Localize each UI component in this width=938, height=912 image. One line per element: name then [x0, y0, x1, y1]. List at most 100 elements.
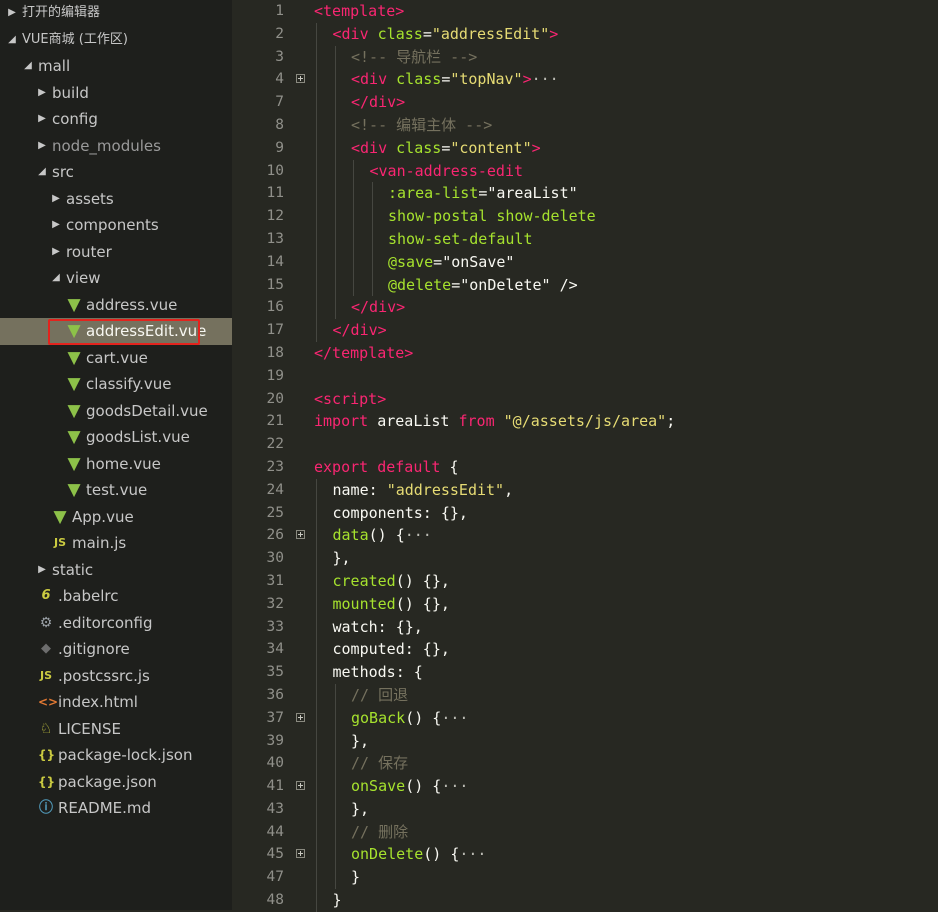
fold-expand-icon[interactable] [296, 712, 305, 722]
indent-guide [316, 478, 317, 502]
code-line[interactable]: 14 @save="onSave" [232, 250, 938, 274]
code-line[interactable]: 48} [232, 889, 938, 912]
tree-item[interactable]: ♘ LICENSE [0, 716, 232, 743]
line-number: 36 [266, 686, 284, 703]
code-line[interactable]: 18 </template> [232, 342, 938, 365]
js-icon: JS [53, 536, 66, 549]
open-editors-section[interactable]: ▶ 打开的编辑器 [0, 0, 232, 27]
code-line[interactable]: 21 import areaList from "@/assets/js/area… [232, 410, 938, 433]
code-line[interactable]: 4 <div class="topNav">··· [232, 68, 938, 92]
code-line[interactable]: 43}, [232, 797, 938, 821]
code-line[interactable]: 2 <div class="addressEdit"> [232, 22, 938, 46]
indent-guide [371, 250, 373, 274]
line-number: 22 [266, 436, 284, 453]
tree-item[interactable]: ▶ static [0, 557, 232, 584]
tree-item[interactable]: ▶ node_modules [0, 133, 232, 160]
indent-guide [334, 68, 336, 92]
code-editor[interactable]: 1 <template> 2 <div class="addressEdit"> 3 <!… [232, 0, 938, 912]
code-line[interactable]: 10 <van-address-edit [232, 159, 938, 183]
code-line[interactable]: 13 show-set-default [232, 227, 938, 251]
code-line[interactable]: 39}, [232, 729, 938, 753]
tree-item[interactable]: <> index.html [0, 689, 232, 716]
code-line[interactable]: 47} [232, 866, 938, 890]
fold-expand-icon[interactable] [296, 530, 305, 540]
code-line[interactable]: 3 <!-- 导航栏 --> [232, 45, 938, 69]
code-line[interactable]: 31 created() {}, [232, 569, 938, 593]
file-tree: ◢ mall ▶ build ▶ config ▶ node_modules ◢ src ▶ asse… [0, 53, 232, 822]
tree-item[interactable]: ◢ view [0, 265, 232, 292]
code-line[interactable]: 11:area-list="areaList" [232, 182, 938, 206]
chevron-right-icon: ▶ [38, 86, 46, 98]
tree-item[interactable]: ▶ build [0, 80, 232, 107]
tree-item[interactable]: ▼ test.vue [0, 477, 232, 504]
code-line[interactable]: 24 name: "addressEdit", [232, 478, 938, 502]
tree-item[interactable]: ▶ assets [0, 186, 232, 213]
tree-item[interactable]: ◆ .gitignore [0, 636, 232, 663]
tree-item[interactable]: ▼ goodsList.vue [0, 424, 232, 451]
code-line[interactable]: 25 components: {}, [232, 501, 938, 525]
code-line[interactable]: 7 </div> [232, 91, 938, 114]
code-line[interactable]: 22 [232, 433, 938, 456]
fold-expand-icon[interactable] [296, 781, 305, 791]
tree-item-label: package.json [58, 772, 157, 791]
code-token: data [332, 526, 369, 545]
code-line[interactable]: 30}, [232, 547, 938, 570]
indent-guide [316, 91, 317, 114]
indent-guide [316, 752, 317, 776]
tree-item[interactable]: ▼ goodsDetail.vue [0, 398, 232, 425]
code-line[interactable]: 33 watch: {}, [232, 615, 938, 639]
tree-item[interactable]: ▼ addressEdit.vue [0, 318, 232, 345]
code-token: </div> [351, 298, 406, 317]
code-line[interactable]: 26 data() {··· [232, 524, 938, 548]
code-line[interactable]: 40 // 保存 [232, 752, 938, 776]
highlight-box [48, 319, 200, 345]
code-line[interactable]: 1 <template> [232, 0, 938, 23]
line-number: 41 [266, 778, 284, 795]
code-line[interactable]: 41 onSave() {··· [232, 775, 938, 798]
tree-item-label: README.md [58, 799, 152, 817]
code-line[interactable]: 17 </div> [232, 319, 938, 342]
fold-expand-icon[interactable] [296, 849, 305, 859]
tree-item[interactable]: ▼ cart.vue [0, 345, 232, 372]
tree-item[interactable]: JS main.js [0, 530, 232, 557]
tree-item[interactable]: ▼ home.vue [0, 451, 232, 478]
code-token: show-delete [496, 207, 596, 226]
tree-item[interactable]: ⓘ README.md [0, 795, 232, 822]
code-line[interactable]: 15 @delete="onDelete" /> [232, 273, 938, 297]
tree-item[interactable]: {} package.json [0, 769, 232, 796]
tree-item[interactable]: ◢ src [0, 159, 232, 186]
workspace-section[interactable]: ◢ VUE商城 (工作区) [0, 27, 232, 54]
indent-guide [353, 159, 354, 183]
tree-item[interactable]: ▼ address.vue [0, 292, 232, 319]
code-line[interactable]: 16 </div> [232, 296, 938, 320]
tree-item[interactable]: ▶ config [0, 106, 232, 133]
code-line[interactable]: 45 onDelete() {··· [232, 843, 938, 867]
tree-item[interactable]: {} package-lock.json [0, 742, 232, 769]
code-token: "content" [450, 138, 532, 157]
code-line[interactable]: 44 // 删除 [232, 820, 938, 844]
tree-item[interactable]: ◢ mall [0, 53, 232, 80]
code-line[interactable]: 34 computed: {}, [232, 638, 938, 662]
code-line[interactable]: 20 <script> [232, 388, 938, 411]
fold-expand-icon[interactable] [296, 74, 305, 84]
code-line[interactable]: 36 // 回退 [232, 683, 938, 707]
code-line[interactable]: 8 <!-- 编辑主体 --> [232, 113, 938, 137]
tree-item[interactable]: ⚙ .editorconfig [0, 610, 232, 637]
tree-item[interactable]: JS .postcssrc.js [0, 663, 232, 690]
tree-item[interactable]: 6 .babelrc [0, 583, 232, 610]
code-line[interactable]: 37 goBack() {··· [232, 706, 938, 730]
tree-item[interactable]: ▶ components [0, 212, 232, 239]
code-token: </div> [351, 93, 406, 112]
code-text: // 回退 [351, 684, 408, 707]
code-line[interactable]: 9 <div class="content"> [232, 136, 938, 160]
tree-item[interactable]: ▼ App.vue [0, 504, 232, 531]
tree-item[interactable]: ▼ classify.vue [0, 371, 232, 398]
tree-item[interactable]: ▶ router [0, 239, 232, 266]
code-text: </div> [333, 319, 387, 342]
line-number: 13 [266, 230, 284, 247]
code-line[interactable]: 23 export default { [232, 456, 938, 479]
code-line[interactable]: 32 mounted() {}, [232, 592, 938, 616]
code-line[interactable]: 35 methods: { [232, 661, 938, 684]
code-line[interactable]: 19 [232, 365, 938, 388]
code-line[interactable]: 12 show-postal show-delete [232, 205, 938, 228]
